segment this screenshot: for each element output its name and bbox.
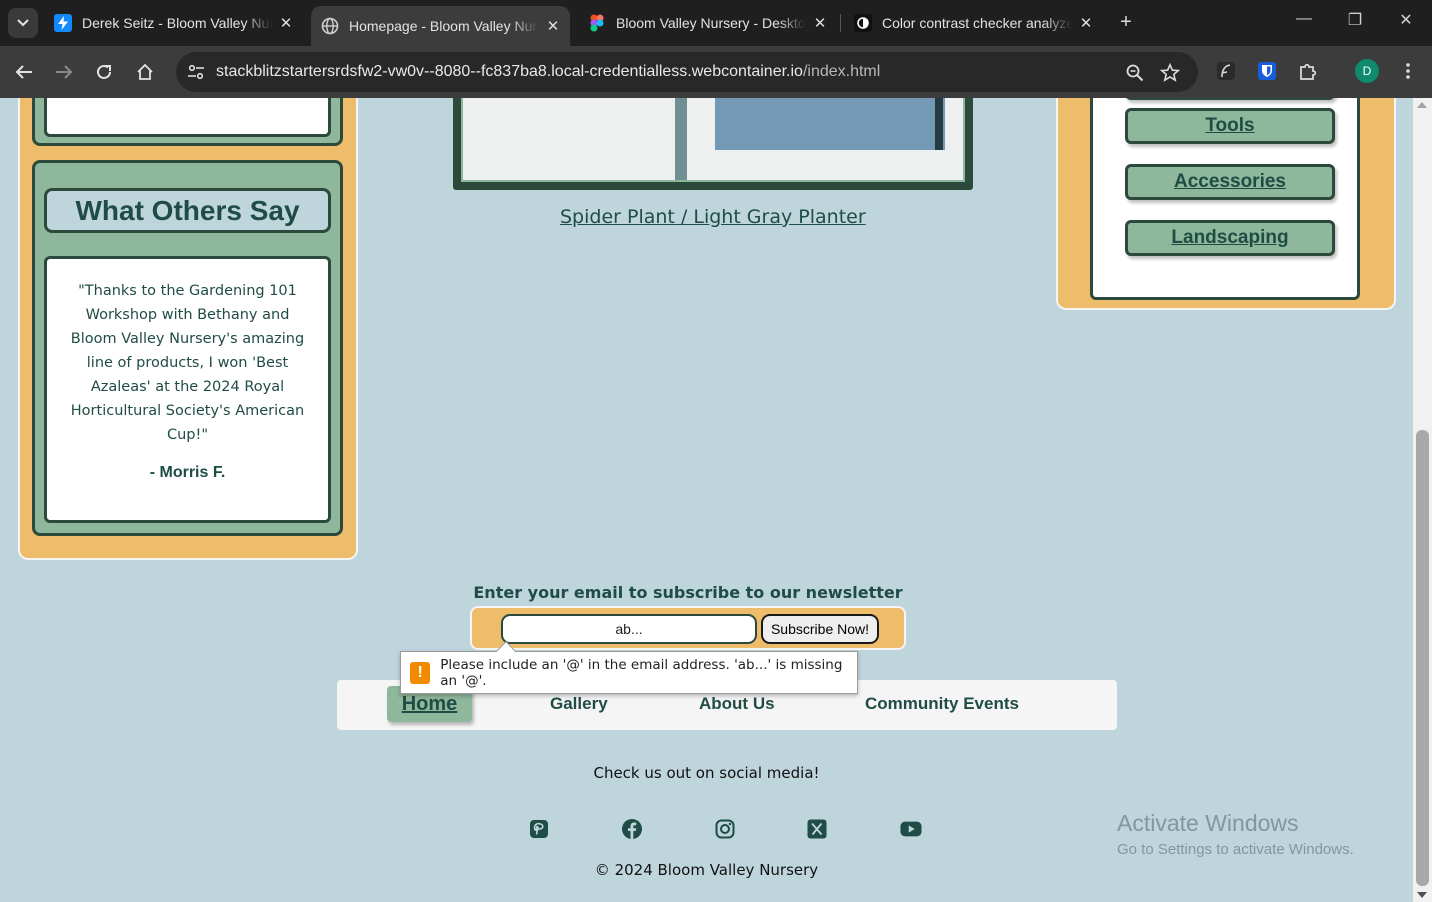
categories-box: Tools Accessories Landscaping: [1090, 98, 1360, 300]
tab-color-contrast[interactable]: Color contrast checker analyzer ✕: [844, 6, 1106, 40]
watermark-subtitle: Go to Settings to activate Windows.: [1117, 841, 1354, 858]
planter-shadow: [935, 98, 943, 150]
watermark-title: Activate Windows: [1117, 810, 1299, 836]
tab-search-button[interactable]: [8, 8, 38, 38]
youtube-icon[interactable]: [900, 818, 922, 840]
featured-image-frame: [453, 98, 973, 190]
site-settings-icon[interactable]: [186, 62, 206, 82]
social-label: Check us out on social media!: [593, 764, 820, 782]
tab-title: Derek Seitz - Bloom Valley Nurs: [82, 15, 272, 31]
figma-icon: [588, 14, 606, 32]
subscribe-button[interactable]: Subscribe Now!: [761, 614, 879, 644]
warning-icon: !: [410, 661, 431, 684]
tab-strip: Derek Seitz - Bloom Valley Nurs ✕ Homepa…: [0, 0, 1432, 46]
testimonial-author: - Morris F.: [149, 464, 226, 481]
address-bar[interactable]: stackblitzstartersrdsfw2-vw0v--8080--fc8…: [176, 52, 1198, 92]
testimonials-heading: What Others Say: [44, 188, 331, 233]
previous-card-body: [44, 98, 331, 137]
left-sidebar: What Others Say "Thanks to the Gardening…: [20, 98, 356, 558]
stackblitz-bolt-icon: [54, 14, 72, 32]
nav-gallery[interactable]: Gallery: [550, 694, 608, 714]
close-icon[interactable]: ✕: [545, 17, 561, 35]
facebook-icon[interactable]: [621, 818, 643, 840]
bookmark-star-icon[interactable]: [1159, 62, 1181, 84]
minimize-icon[interactable]: —: [1289, 10, 1319, 28]
planter-shape: [715, 98, 945, 150]
featured-plant-image[interactable]: [461, 98, 965, 182]
zoom-icon[interactable]: [1124, 62, 1146, 84]
chevron-down-icon: [17, 19, 29, 27]
copyright: © 2024 Bloom Valley Nursery: [594, 861, 819, 879]
right-sidebar: Tools Accessories Landscaping: [1058, 98, 1394, 308]
scroll-down-arrow-icon[interactable]: [1417, 892, 1427, 898]
close-icon[interactable]: ✕: [1078, 14, 1094, 32]
testimonial-quote: "Thanks to the Gardening 101 Workshop wi…: [70, 283, 305, 443]
avatar[interactable]: D: [1355, 59, 1379, 83]
home-icon[interactable]: [131, 58, 159, 86]
bitwarden-shield-icon[interactable]: [1255, 59, 1279, 83]
back-icon[interactable]: [10, 58, 38, 86]
pinterest-icon[interactable]: [528, 818, 550, 840]
tab-title: Homepage - Bloom Valley Nurs: [349, 18, 539, 34]
nav-about-us[interactable]: About Us: [699, 694, 775, 714]
category-button-partial[interactable]: [1125, 98, 1335, 100]
validation-message: Please include an '@' in the email addre…: [440, 656, 843, 689]
tab-title: Color contrast checker analyzer: [882, 15, 1072, 31]
testimonial-quote-box: "Thanks to the Gardening 101 Workshop wi…: [44, 256, 331, 523]
category-button-accessories[interactable]: Accessories: [1125, 164, 1335, 200]
page-scrollbar[interactable]: [1413, 98, 1432, 902]
close-window-icon[interactable]: ✕: [1391, 10, 1421, 30]
close-icon[interactable]: ✕: [812, 14, 828, 32]
browser-toolbar: stackblitzstartersrdsfw2-vw0v--8080--fc8…: [0, 46, 1432, 98]
reload-icon[interactable]: [90, 58, 118, 86]
tab-title: Bloom Valley Nursery - Desktop: [616, 15, 806, 31]
tab-homepage[interactable]: Homepage - Bloom Valley Nurs ✕: [311, 6, 570, 46]
page-viewport: What Others Say "Thanks to the Gardening…: [0, 98, 1413, 902]
category-button-landscaping[interactable]: Landscaping: [1125, 220, 1335, 256]
newsletter-label: Enter your email to subscribe to our new…: [473, 583, 903, 602]
nav-community-events[interactable]: Community Events: [865, 694, 1019, 714]
tab-divider: [840, 14, 841, 32]
previous-card: [32, 98, 343, 146]
validation-tooltip: ! Please include an '@' in the email add…: [400, 641, 858, 694]
feather-extension-icon[interactable]: [1214, 59, 1238, 83]
new-tab-button[interactable]: +: [1114, 10, 1138, 34]
extensions-puzzle-icon[interactable]: [1296, 59, 1320, 83]
tab-figma[interactable]: Bloom Valley Nursery - Desktop ✕: [578, 6, 840, 40]
email-field[interactable]: [501, 614, 757, 644]
plant-stem: [675, 98, 687, 180]
featured-caption-link[interactable]: Spider Plant / Light Gray Planter: [560, 206, 866, 228]
url-text[interactable]: stackblitzstartersrdsfw2-vw0v--8080--fc8…: [216, 63, 880, 81]
forward-icon[interactable]: [50, 58, 78, 86]
url-path: /index.html: [802, 63, 881, 80]
scroll-up-arrow-icon[interactable]: [1417, 102, 1427, 108]
close-icon[interactable]: ✕: [278, 14, 294, 32]
more-menu-icon[interactable]: [1396, 59, 1420, 83]
scroll-thumb[interactable]: [1416, 430, 1429, 886]
tab-derek-seitz[interactable]: Derek Seitz - Bloom Valley Nurs ✕: [44, 6, 306, 40]
x-icon[interactable]: [806, 818, 828, 840]
globe-icon: [321, 17, 339, 35]
activate-windows-watermark: Activate Windows Go to Settings to activ…: [1117, 810, 1354, 858]
instagram-icon[interactable]: [714, 818, 736, 840]
newsletter-form: Subscribe Now!: [470, 606, 906, 650]
category-button-tools[interactable]: Tools: [1125, 108, 1335, 144]
contrast-icon: [854, 14, 872, 32]
url-host: stackblitzstartersrdsfw2-vw0v--8080--fc8…: [216, 63, 803, 80]
restore-icon[interactable]: ❐: [1340, 10, 1370, 30]
